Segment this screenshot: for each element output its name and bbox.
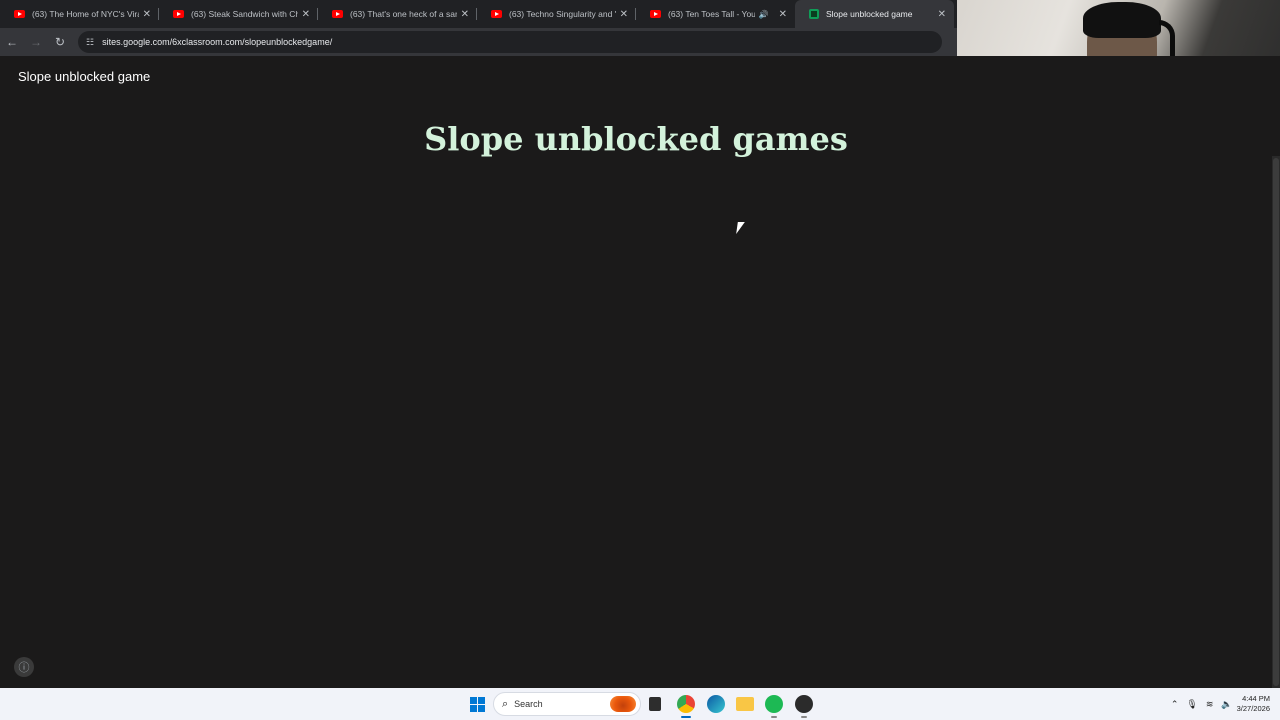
tab-title: (63) Steak Sandwich with Chim [191,9,298,19]
microphone-icon[interactable]: 🎙 [1186,699,1197,710]
tab-title: Slope unblocked game [826,9,913,19]
system-tray: ⌃ 🎙 ≋ 🔈 4:44 PM 3/27/2026 [1167,688,1280,720]
taskbar: ⌕ Search ⌃ 🎙 ≋ 🔈 4:44 PM 3/27/2026 [0,688,1280,720]
speaker-icon[interactable]: 🔊 [759,10,769,19]
close-icon[interactable]: ✕ [461,9,469,20]
notebook-icon [649,697,661,711]
page-title: Slope unblocked games [424,120,848,158]
google-sites-icon [809,9,819,19]
tab-5-active[interactable]: Slope unblocked game ✕ [795,0,954,28]
start-button[interactable] [469,688,485,720]
search-icon: ⌕ [502,697,509,710]
scrollbar-thumb[interactable] [1273,158,1279,686]
site-info-icon[interactable]: ☷ [86,37,94,48]
search-box[interactable]: ⌕ Search [493,692,641,716]
windows-logo-icon [469,696,485,712]
site-name[interactable]: Slope unblocked game [18,69,150,84]
wifi-icon[interactable]: ≋ [1206,699,1214,710]
page-content: Slope unblocked game Slope unblocked gam… [0,56,1280,688]
edge-icon [707,695,725,713]
taskbar-app-file-explorer[interactable] [735,688,755,720]
close-icon[interactable]: ✕ [620,9,628,20]
info-icon[interactable]: ⓘ [14,657,34,677]
clock[interactable]: 4:44 PM 3/27/2026 [1237,694,1270,714]
folder-icon [736,697,754,711]
running-app-indicator [801,716,807,718]
scrollbar[interactable] [1272,156,1280,688]
chrome-icon [677,695,695,713]
obs-icon [795,695,813,713]
clock-time: 4:44 PM [1242,694,1270,703]
tab-3[interactable]: (63) Techno Singularity and "Sa ✕ [477,0,636,28]
tab-2[interactable]: (63) That's one heck of a sandw ✕ [318,0,477,28]
youtube-icon [173,10,184,18]
url-text: sites.google.com/6xclassroom.com/slopeun… [102,37,333,47]
reload-button[interactable]: ↻ [48,30,72,54]
spotify-icon [765,695,783,713]
tab-title: (63) That's one heck of a sandw [350,9,457,19]
webcam-person-hair [1083,2,1161,38]
forward-button[interactable]: → [24,30,48,54]
tab-title: (63) Techno Singularity and "Sa [509,9,616,19]
youtube-icon [491,10,502,18]
tab-1[interactable]: (63) Steak Sandwich with Chim ✕ [159,0,318,28]
close-icon[interactable]: ✕ [938,9,946,20]
youtube-icon [14,10,25,18]
taskbar-app-edge[interactable] [706,688,726,720]
chevron-up-icon[interactable]: ⌃ [1171,699,1179,710]
volume-icon[interactable]: 🔈 [1221,699,1232,710]
tab-title: (63) The Home of NYC's Viral S [32,9,139,19]
taskbar-search[interactable]: ⌕ Search [493,688,641,720]
active-app-indicator [681,716,691,718]
taskbar-app-recorder[interactable] [794,688,814,720]
youtube-icon [332,10,343,18]
close-icon[interactable]: ✕ [302,9,310,20]
youtube-icon [650,10,661,18]
taskbar-app-files-manager[interactable] [646,688,664,720]
taskbar-app-spotify[interactable] [764,688,784,720]
close-icon[interactable]: ✕ [143,9,151,20]
running-app-indicator [771,716,777,718]
tab-0[interactable]: (63) The Home of NYC's Viral S ✕ [0,0,159,28]
tab-4[interactable]: (63) Ten Toes Tall - YouTube 🔊 ✕ [636,0,795,28]
address-bar[interactable]: ☷ sites.google.com/6xclassroom.com/slope… [78,31,942,53]
taskbar-app-chrome[interactable] [676,688,696,720]
search-highlight-icon [610,696,636,712]
clock-date: 3/27/2026 [1236,704,1270,713]
back-button[interactable]: ← [0,30,24,54]
search-label: Search [514,699,543,709]
tab-title: (63) Ten Toes Tall - YouTube [668,9,755,19]
close-icon[interactable]: ✕ [779,9,787,20]
